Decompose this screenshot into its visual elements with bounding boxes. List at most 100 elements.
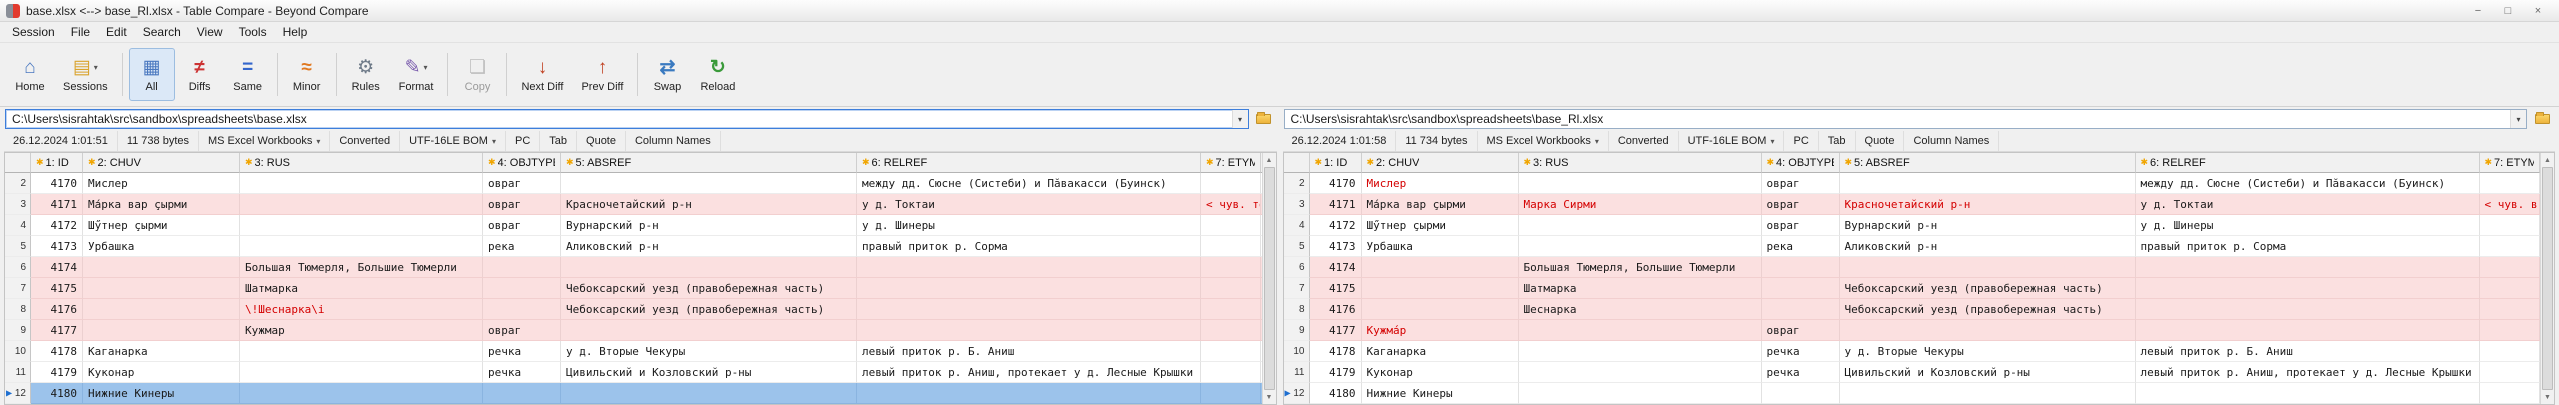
cell-rus[interactable] (1519, 173, 1762, 194)
cell-etyms[interactable] (2480, 278, 2540, 299)
row-number[interactable]: 2 (1284, 173, 1310, 194)
cell-chuv[interactable]: Куконар (1362, 362, 1519, 383)
row-number[interactable]: 4 (1284, 215, 1310, 236)
column-header-chuv[interactable]: ✱2: CHUV (1362, 153, 1519, 173)
cell-id[interactable]: 4180 (1310, 383, 1362, 404)
cell-absref[interactable]: Цивильский и Козловский р-ны (1840, 362, 2136, 383)
cell-id[interactable]: 4178 (31, 341, 83, 362)
cell-absref[interactable]: Вурнарский р-н (561, 215, 857, 236)
cell-etyms[interactable] (2480, 236, 2540, 257)
show-same-button[interactable]: = Same (225, 48, 271, 101)
cell-absref[interactable]: Чебоксарский уезд (правобережная часть) (561, 278, 857, 299)
row-number[interactable]: 3 (1284, 194, 1310, 215)
cell-rus[interactable] (240, 341, 483, 362)
cell-chuv[interactable]: Ма́рка вар ҫырми (83, 194, 240, 215)
cell-relref[interactable]: между дд. Сюсне (Систеби) и Пăвакасси (Б… (2136, 173, 2480, 194)
minimize-button[interactable]: − (2463, 2, 2493, 20)
cell-relref[interactable]: у д. Шинеры (857, 215, 1201, 236)
cell-relref[interactable]: у д. Токтаи (2136, 194, 2480, 215)
cell-id[interactable]: 4172 (31, 215, 83, 236)
cell-id[interactable]: 4173 (1310, 236, 1362, 257)
cell-etyms[interactable] (2480, 215, 2540, 236)
cell-rus[interactable] (240, 194, 483, 215)
cell-rus[interactable]: Большая Тюмерля, Большие Тюмерли (1519, 257, 1762, 278)
menu-edit[interactable]: Edit (98, 23, 135, 41)
menu-session[interactable]: Session (4, 23, 63, 41)
cell-etyms[interactable] (1201, 320, 1261, 341)
cell-id[interactable]: 4178 (1310, 341, 1362, 362)
cell-absref[interactable] (1840, 383, 2136, 404)
cell-rus[interactable] (1519, 383, 1762, 404)
cell-etyms[interactable] (1201, 383, 1261, 404)
row-number[interactable]: 6 (1284, 257, 1310, 278)
cell-absref[interactable]: Красночетайский р-н (561, 194, 857, 215)
cell-relref[interactable]: между дд. Сюсне (Систеби) и Пăвакасси (Б… (857, 173, 1201, 194)
cell-objtype[interactable] (483, 278, 561, 299)
menu-search[interactable]: Search (135, 23, 189, 41)
cell-objtype[interactable]: овраг (483, 215, 561, 236)
row-number[interactable]: 9 (5, 320, 31, 341)
left-path-input[interactable]: C:\Users\sisrahtak\src\sandbox\spreadshe… (5, 109, 1249, 129)
cell-absref[interactable] (1840, 257, 2136, 278)
right-vertical-scrollbar[interactable]: ▲ ▼ (2540, 153, 2554, 404)
cell-rus[interactable] (1519, 341, 1762, 362)
cell-relref[interactable] (857, 299, 1201, 320)
cell-absref[interactable] (1840, 320, 2136, 341)
cell-relref[interactable] (857, 257, 1201, 278)
cell-absref[interactable] (561, 320, 857, 341)
rules-button[interactable]: ⚙ Rules (343, 48, 389, 101)
cell-chuv[interactable]: Нижние Кинеры (83, 383, 240, 404)
cell-id[interactable]: 4171 (1310, 194, 1362, 215)
cell-chuv[interactable]: Урбашка (1362, 236, 1519, 257)
row-number[interactable]: 2 (5, 173, 31, 194)
cell-objtype[interactable]: овраг (1762, 320, 1840, 341)
cell-id[interactable]: 4176 (31, 299, 83, 320)
cell-objtype[interactable]: овраг (483, 320, 561, 341)
cell-id[interactable]: 4171 (31, 194, 83, 215)
cell-absref[interactable] (561, 173, 857, 194)
chevron-down-icon[interactable]: ▾ (1232, 110, 1248, 128)
cell-chuv[interactable] (83, 278, 240, 299)
cell-chuv[interactable]: Шӳтнер ҫырми (1362, 215, 1519, 236)
next-diff-button[interactable]: ↓ Next Diff (513, 48, 571, 101)
cell-chuv[interactable]: Каганарка (83, 341, 240, 362)
cell-etyms[interactable] (1201, 299, 1261, 320)
cell-chuv[interactable]: Мислер (1362, 173, 1519, 194)
column-header-id[interactable]: ✱1: ID (1310, 153, 1362, 173)
cell-objtype[interactable] (1762, 257, 1840, 278)
scroll-down-icon[interactable]: ▼ (2541, 390, 2554, 404)
column-header-rus[interactable]: ✱3: RUS (240, 153, 483, 173)
cell-etyms[interactable] (1201, 215, 1261, 236)
cell-etyms[interactable] (1201, 341, 1261, 362)
cell-objtype[interactable]: овраг (483, 173, 561, 194)
column-header-relref[interactable]: ✱6: RELREF (2136, 153, 2480, 173)
cell-absref[interactable]: Чебоксарский уезд (правобережная часть) (1840, 299, 2136, 320)
right-browse-button[interactable] (2530, 109, 2554, 129)
cell-rus[interactable] (1519, 320, 1762, 341)
info-format[interactable]: MS Excel Workbooks▾ (199, 131, 330, 151)
cell-absref[interactable] (1840, 173, 2136, 194)
cell-id[interactable]: 4175 (1310, 278, 1362, 299)
cell-etyms[interactable] (2480, 362, 2540, 383)
cell-relref[interactable] (2136, 278, 2480, 299)
column-header-etyms[interactable]: ✱7: ETYMS (2480, 153, 2540, 173)
cell-rus[interactable]: \!Шеснарка\i (240, 299, 483, 320)
cell-etyms[interactable] (1201, 236, 1261, 257)
cell-id[interactable]: 4175 (31, 278, 83, 299)
column-header-chuv[interactable]: ✱2: CHUV (83, 153, 240, 173)
cell-absref[interactable] (561, 257, 857, 278)
home-button[interactable]: ⌂ Home (7, 48, 53, 101)
cell-objtype[interactable]: река (483, 236, 561, 257)
cell-objtype[interactable]: овраг (1762, 194, 1840, 215)
cell-relref[interactable]: левый приток р. Б. Аниш (857, 341, 1201, 362)
cell-objtype[interactable]: речка (1762, 341, 1840, 362)
cell-rus[interactable] (240, 362, 483, 383)
cell-relref[interactable]: левый приток р. Б. Аниш (2136, 341, 2480, 362)
menu-file[interactable]: File (63, 23, 98, 41)
column-header-absref[interactable]: ✱5: ABSREF (1840, 153, 2136, 173)
cell-id[interactable]: 4173 (31, 236, 83, 257)
scroll-down-icon[interactable]: ▼ (1263, 390, 1276, 404)
cell-absref[interactable]: Чебоксарский уезд (правобережная часть) (1840, 278, 2136, 299)
left-vertical-scrollbar[interactable]: ▲ ▼ (1262, 153, 1276, 404)
app-icon[interactable] (6, 4, 20, 18)
